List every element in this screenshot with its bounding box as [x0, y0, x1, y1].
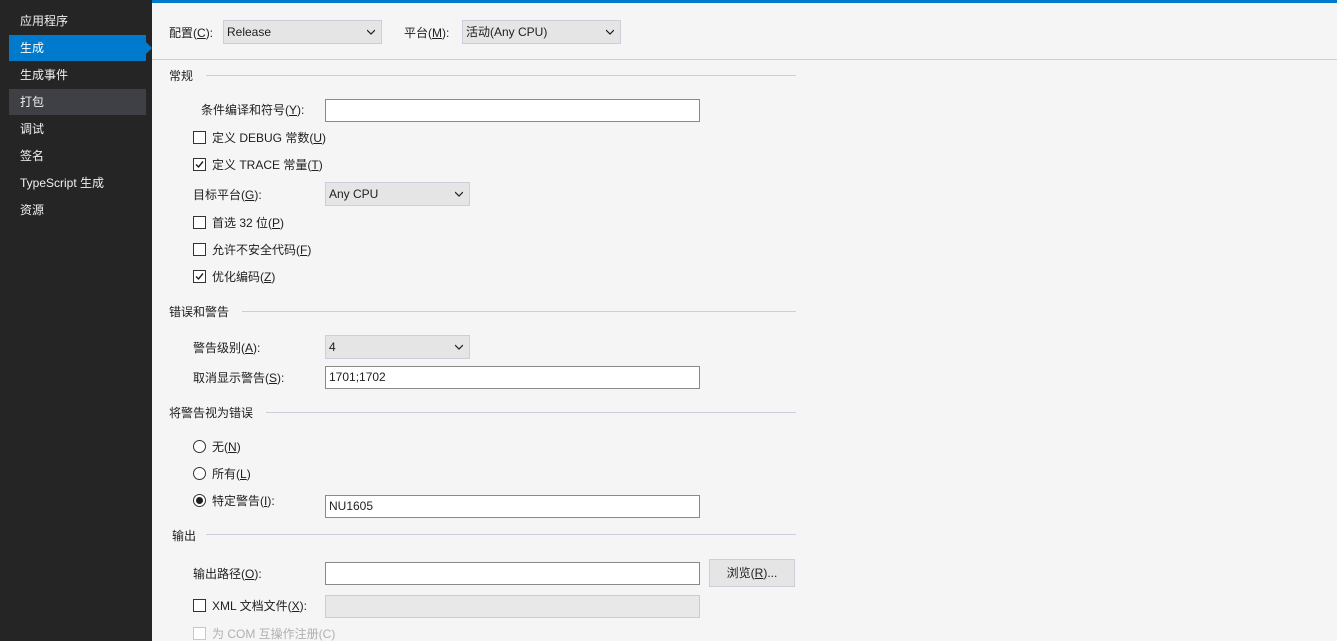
warning-level-label: 警告级别(A):: [193, 341, 261, 355]
chevron-down-icon: [367, 29, 375, 35]
treat-specific-radio[interactable]: [193, 494, 206, 507]
target-platform-label: 目标平台(G):: [193, 188, 262, 202]
warning-level-value: 4: [329, 340, 336, 354]
treat-all-radio[interactable]: [193, 467, 206, 480]
unsafe-code-checkbox[interactable]: [193, 243, 206, 256]
com-interop-checkbox[interactable]: [193, 627, 206, 640]
section-rule-treat-warnings: [266, 412, 796, 413]
conditional-symbols-label: 条件编译和符号(Y):: [201, 103, 305, 117]
chevron-down-icon: [606, 29, 614, 35]
prefer32-label: 首选 32 位(P): [212, 216, 285, 230]
define-trace-label: 定义 TRACE 常量(T): [212, 158, 323, 172]
com-interop-label: 为 COM 互操作注册(C): [212, 627, 336, 641]
xml-doc-path-input[interactable]: [325, 595, 700, 618]
platform-label: 平台(M):: [404, 26, 450, 40]
section-rule-general: [206, 75, 796, 76]
sidebar-item-build[interactable]: 生成: [9, 35, 152, 61]
sidebar-item-application[interactable]: 应用程序: [9, 8, 146, 34]
xml-doc-checkbox[interactable]: [193, 599, 206, 612]
config-label: 配置(C):: [169, 26, 214, 40]
output-path-label: 输出路径(O):: [193, 567, 262, 581]
treat-specific-label: 特定警告(I):: [212, 494, 275, 508]
specific-warnings-input[interactable]: NU1605: [325, 495, 700, 518]
treat-none-radio[interactable]: [193, 440, 206, 453]
browse-button[interactable]: 浏览(R)...: [709, 559, 795, 587]
config-dropdown[interactable]: Release: [223, 20, 382, 44]
define-debug-checkbox[interactable]: [193, 131, 206, 144]
suppress-warnings-input[interactable]: 1701;1702: [325, 366, 700, 389]
build-properties-page: 配置(C): Release 平台(M): 活动(Any CPU) 常规 条件编…: [152, 3, 1337, 641]
checkmark-icon: [195, 161, 204, 169]
section-rule-errors: [242, 311, 796, 312]
section-title-output: 输出: [172, 529, 197, 543]
output-path-input[interactable]: [325, 562, 700, 585]
section-title-errors-warnings: 错误和警告: [169, 305, 230, 319]
optimize-code-label: 优化编码(Z): [212, 270, 276, 284]
radio-selected-dot: [196, 497, 203, 504]
chevron-down-icon: [455, 344, 463, 350]
platform-value: 活动(Any CPU): [466, 25, 548, 39]
unsafe-code-label: 允许不安全代码(F): [212, 243, 312, 257]
prefer32-checkbox[interactable]: [193, 216, 206, 229]
target-platform-value: Any CPU: [329, 187, 379, 201]
optimize-code-checkbox[interactable]: [193, 270, 206, 283]
section-title-treat-warnings: 将警告视为错误: [169, 406, 254, 420]
suppress-warnings-label: 取消显示警告(S):: [193, 371, 285, 385]
section-rule-output: [206, 534, 796, 535]
define-trace-checkbox[interactable]: [193, 158, 206, 171]
warning-level-dropdown[interactable]: 4: [325, 335, 470, 359]
config-value: Release: [227, 25, 272, 39]
sidebar-item-resources[interactable]: 资源: [9, 197, 146, 223]
section-title-general: 常规: [169, 69, 194, 83]
sidebar-item-package[interactable]: 打包: [9, 89, 146, 115]
sidebar-item-typescript-build[interactable]: TypeScript 生成: [9, 170, 146, 196]
conditional-symbols-input[interactable]: [325, 99, 700, 122]
define-debug-label: 定义 DEBUG 常数(U): [212, 131, 327, 145]
checkmark-icon: [195, 273, 204, 281]
sidebar-item-signing[interactable]: 签名: [9, 143, 146, 169]
sidebar-item-debug[interactable]: 调试: [9, 116, 146, 142]
treat-all-label: 所有(L): [212, 467, 251, 481]
toolbar-divider: [152, 59, 1337, 60]
platform-dropdown[interactable]: 活动(Any CPU): [462, 20, 621, 44]
sidebar: 应用程序 生成 生成事件 打包 调试 签名 TypeScript 生成 资源: [0, 0, 152, 641]
target-platform-dropdown[interactable]: Any CPU: [325, 182, 470, 206]
xml-doc-label: XML 文档文件(X):: [212, 599, 307, 613]
chevron-down-icon: [455, 191, 463, 197]
sidebar-item-build-events[interactable]: 生成事件: [9, 62, 146, 88]
treat-none-label: 无(N): [212, 440, 241, 454]
